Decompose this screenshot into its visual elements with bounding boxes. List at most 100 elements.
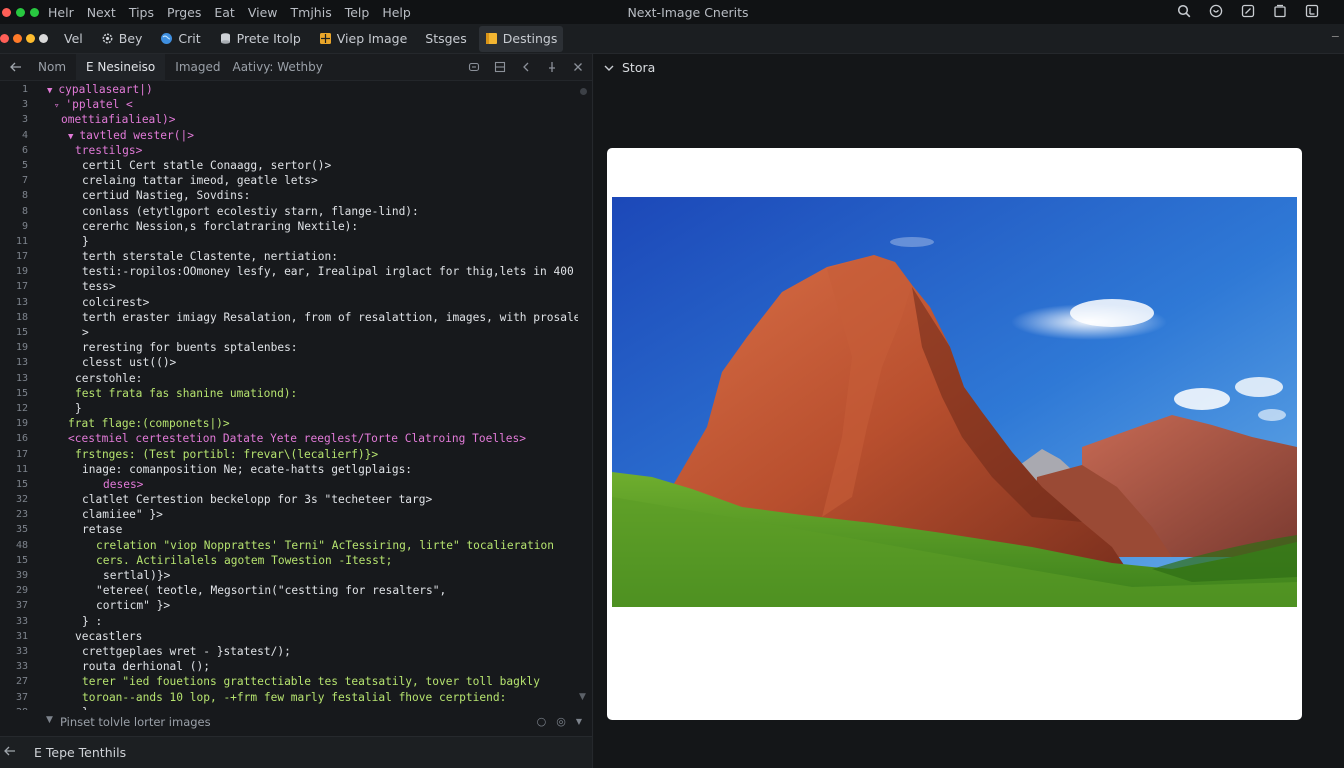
line-number: 15 xyxy=(15,387,28,399)
code-line[interactable]: } : xyxy=(38,614,578,629)
circle-icon[interactable]: ○ xyxy=(537,715,547,729)
close-icon[interactable] xyxy=(572,60,584,74)
code-line[interactable]: trestilgs> xyxy=(38,143,578,158)
code-line[interactable]: sertlal)}> xyxy=(38,568,578,583)
export-icon[interactable] xyxy=(1304,3,1320,19)
minimize-window-button[interactable] xyxy=(16,7,25,17)
orange-dot xyxy=(13,34,22,43)
code-line[interactable]: > xyxy=(38,325,578,340)
code-line[interactable]: <cestmiel certestetion Datate Yete reegl… xyxy=(38,431,578,446)
tab-label: Viep Image xyxy=(336,31,408,46)
code-line[interactable]: terth sterstale Clastente, nertiation: xyxy=(38,249,578,264)
code-line[interactable]: omettiafialieal)> xyxy=(38,112,578,127)
menu-item[interactable]: Help xyxy=(382,5,411,20)
code-line[interactable]: clamiiee" }> xyxy=(38,507,578,522)
code-line[interactable]: crelaing tattar imeod, geatle lets> xyxy=(38,173,578,188)
code-line[interactable]: colcirest> xyxy=(38,295,578,310)
fold-arrow-icon[interactable]: ▼ xyxy=(68,132,73,142)
line-number: 15 xyxy=(15,478,28,490)
subtab-nesineiso[interactable]: E Nesineiso xyxy=(76,53,166,81)
code-line[interactable]: crettgeplaes wret - }statest/); xyxy=(38,644,578,659)
edit-icon[interactable] xyxy=(1240,3,1256,19)
code-line[interactable]: cererhc Nession,s forclatraring Nextile)… xyxy=(38,219,578,234)
window-icon[interactable] xyxy=(1272,3,1288,19)
search-icon[interactable] xyxy=(1176,3,1192,19)
scroll-down-icon[interactable]: ▼ xyxy=(579,692,586,702)
code-line[interactable]: frstnges: (Test portibl: frevar\(lecalie… xyxy=(38,447,578,462)
code-line[interactable]: "eteree( teotle, Megsortin("cestting for… xyxy=(38,583,578,598)
subtab-nom[interactable]: Nom xyxy=(28,54,76,81)
code-line[interactable]: certiud Nastieg, Sovdins: xyxy=(38,188,578,203)
code-line[interactable]: corticm" }> xyxy=(38,598,578,613)
code-line[interactable]: } xyxy=(38,401,578,416)
menu-item[interactable]: Eat xyxy=(214,5,234,20)
fold-arrow-icon[interactable]: ▼ xyxy=(47,86,52,96)
subtab-imaged[interactable]: Imaged xyxy=(165,54,230,81)
code-line[interactable]: terer "ied fouetions grattectiable tes t… xyxy=(38,674,578,689)
maximize-window-button[interactable] xyxy=(30,7,39,17)
code-line[interactable]: inage: comanposition Ne; ecate-hatts get… xyxy=(38,462,578,477)
menu-item[interactable]: Tmjhis xyxy=(291,5,332,20)
tab-bey[interactable]: Bey xyxy=(95,26,149,52)
back-arrow-icon[interactable] xyxy=(0,54,28,81)
code-line[interactable]: cers. Actirilalels agotem Towestion -Ite… xyxy=(38,553,578,568)
toolbar-overflow[interactable]: − xyxy=(1331,30,1340,43)
fold-arrow-icon[interactable]: ▿ xyxy=(54,101,59,111)
menu-item[interactable]: View xyxy=(248,5,278,20)
code-line[interactable]: retase xyxy=(38,522,578,537)
pin-icon[interactable] xyxy=(546,60,558,74)
refresh-icon[interactable] xyxy=(468,60,480,74)
code-line[interactable]: ▿ 'pplatel < xyxy=(38,97,578,112)
code-line[interactable]: terth eraster imiagy Resalation, from of… xyxy=(38,310,578,325)
code-line[interactable]: fest frata fas shanine umationd): xyxy=(38,386,578,401)
code-line[interactable]: frat flage:(componets|)> xyxy=(38,416,578,431)
tab-destings[interactable]: Destings xyxy=(478,25,564,52)
scrollbar-thumb[interactable] xyxy=(580,88,587,95)
code-line[interactable]: clatlet Certestion beckelopp for 3s "tec… xyxy=(38,492,578,507)
chevron-left-icon[interactable] xyxy=(520,60,532,74)
code-line[interactable]: certil Cert statle Conaagg, sertor()> xyxy=(38,158,578,173)
code-line[interactable]: tess> xyxy=(38,279,578,294)
close-window-button[interactable] xyxy=(2,7,11,17)
code-line[interactable]: ▼ cypallaseart|) xyxy=(38,82,578,97)
code-line[interactable]: testi:-ropilos:OOmoney lesfy, ear, Ireal… xyxy=(38,264,578,279)
menu-item[interactable]: Telp xyxy=(345,5,370,20)
code-line[interactable]: } xyxy=(38,234,578,249)
code-line[interactable]: toroan--ands 10 lop, -+frm few marly fes… xyxy=(38,690,578,705)
code-line[interactable]: reresting for buents sptalenbes: xyxy=(38,340,578,355)
code-line[interactable]: crelation "viop Nopprattes' Terni" AcTes… xyxy=(38,538,578,553)
code-line[interactable]: cerstohle: xyxy=(38,371,578,386)
code-line[interactable]: ▼ tavtled wester(|> xyxy=(38,128,578,143)
editor-pane: Nom E Nesineiso Imaged Aativy: Wethby 13… xyxy=(0,53,593,768)
preview-header[interactable]: Stora xyxy=(604,60,655,75)
code-text: <cestmiel certestetion Datate Yete reegl… xyxy=(68,432,527,446)
heart-icon[interactable] xyxy=(1208,3,1224,19)
code-line[interactable]: vecastlers xyxy=(38,629,578,644)
code-lines[interactable]: ▼ cypallaseart|) ▿ 'pplatel < omettiafialiea… xyxy=(38,82,578,710)
tab-viep-image[interactable]: Viep Image xyxy=(313,26,414,52)
code-line[interactable]: deses> xyxy=(38,477,578,492)
menu-item[interactable]: Tips xyxy=(129,5,154,20)
target-icon[interactable]: ◎ xyxy=(556,715,566,729)
menu-item[interactable]: Next xyxy=(87,5,116,20)
split-icon[interactable] xyxy=(494,60,506,74)
back-arrow-icon[interactable] xyxy=(4,745,34,760)
line-number: 8 xyxy=(21,190,28,202)
subtab-activity[interactable]: Aativy: Wethby xyxy=(230,54,332,81)
menu-item[interactable]: Prges xyxy=(167,5,201,20)
tab-crit[interactable]: Crit xyxy=(154,26,206,52)
outline-label: Pinset tolvle lorter images xyxy=(60,715,211,729)
code-line[interactable]: conlass (etytlgport ecolestiy starn, fla… xyxy=(38,204,578,219)
menu-item[interactable]: Helr xyxy=(48,5,74,20)
code-text: cererhc Nession,s forclatraring Nextile)… xyxy=(82,219,359,233)
chevron-down-icon[interactable]: ▼ xyxy=(46,715,53,725)
code-line[interactable]: routa derhional (); xyxy=(38,659,578,674)
tab-vel[interactable]: Vel xyxy=(58,26,89,52)
editor-scrollbar[interactable]: ▼ xyxy=(578,82,588,710)
tab-stsges[interactable]: Stsges xyxy=(419,26,473,52)
tab-prete-itolp[interactable]: Prete Itolp xyxy=(213,26,307,52)
code-editor[interactable]: 1 3 3 4 6 5 7 8 8 9 11 17 19 17 13 18 15 19 13 13 15 12 19 16 17… xyxy=(0,82,592,710)
tab-label: Destings xyxy=(502,31,558,46)
code-line[interactable]: clesst ust(()> xyxy=(38,355,578,370)
chevron-down-icon[interactable]: ▼ xyxy=(576,715,582,729)
